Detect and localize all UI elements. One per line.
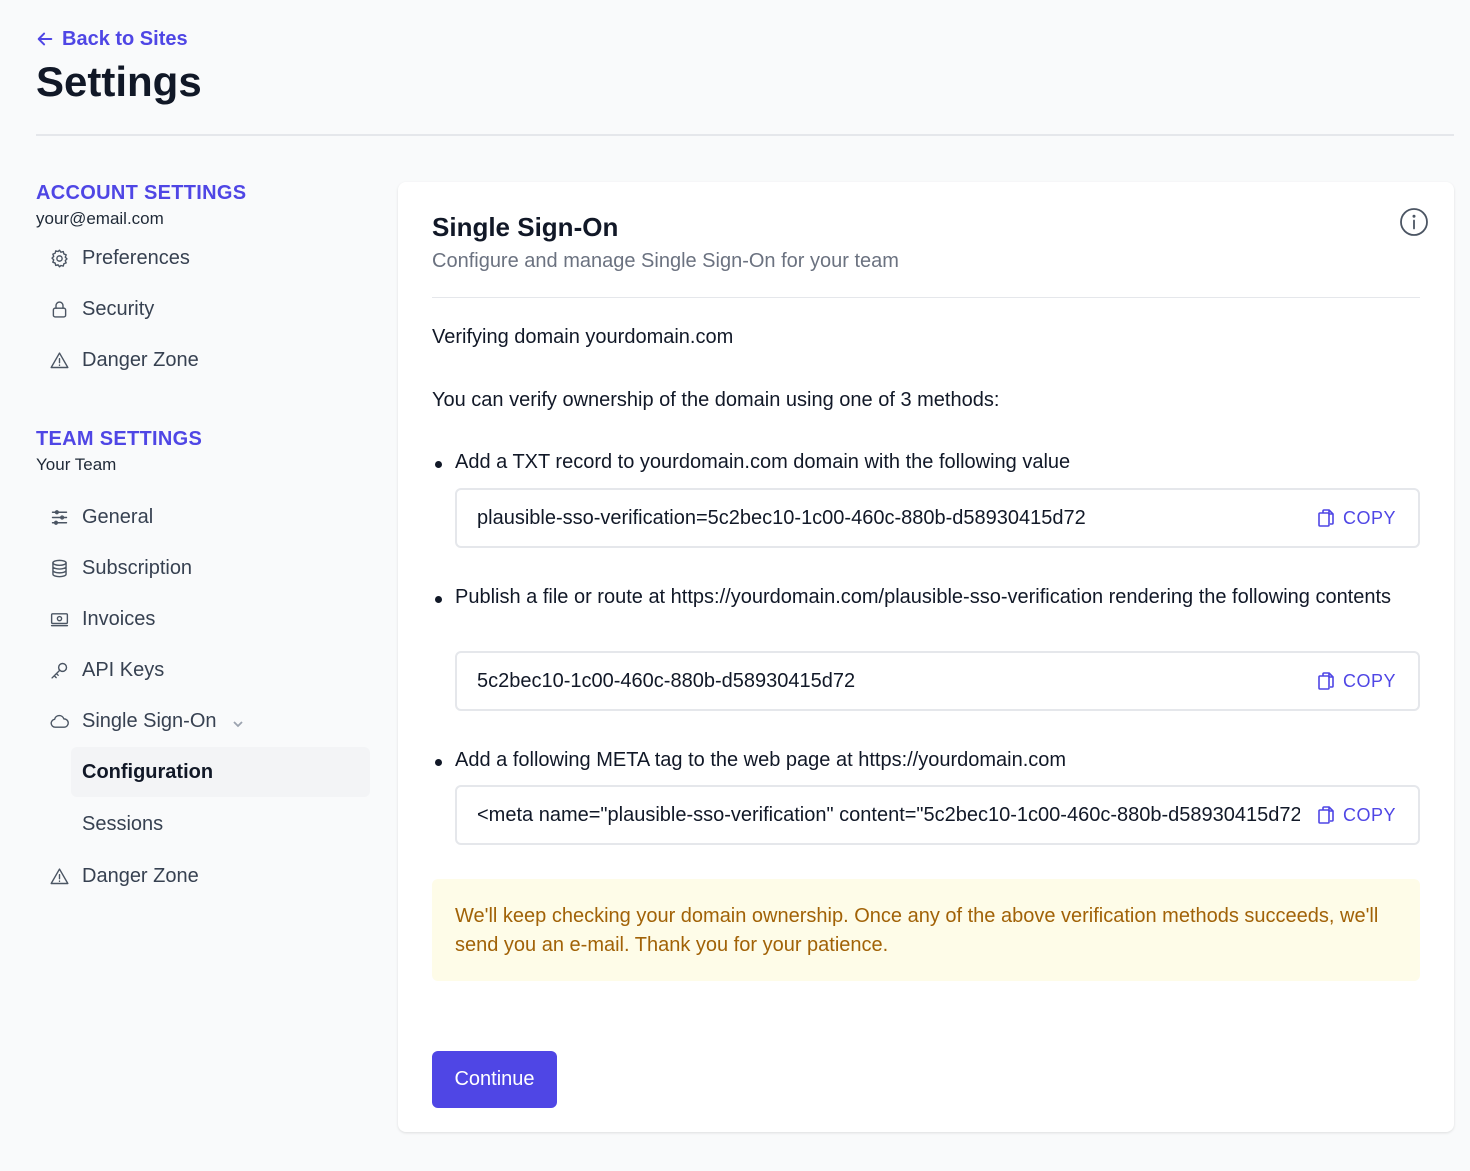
sidebar-item-preferences[interactable]: Preferences <box>36 234 370 282</box>
sidebar-item-label: Danger Zone <box>82 348 199 371</box>
copy-file-route-button[interactable]: COPY <box>1300 653 1418 709</box>
sidebar-item-label: Invoices <box>82 607 156 630</box>
sidebar-item-single-sign-on[interactable]: Single Sign-On <box>36 697 370 745</box>
sidebar-item-label: Security <box>82 297 155 320</box>
copy-label: COPY <box>1342 507 1396 528</box>
sidebar-subitem-configuration[interactable]: Configuration <box>71 747 370 797</box>
method-txt-record-text: Add a TXT record to yourdomain.com domai… <box>432 448 1420 477</box>
sidebar-item-subscription[interactable]: Subscription <box>36 544 370 592</box>
card-divider <box>432 297 1420 298</box>
method-meta-tag-text: Add a following META tag to the web page… <box>432 746 1420 775</box>
copy-icon <box>1318 672 1334 690</box>
copy-meta-tag-button[interactable]: COPY <box>1300 787 1418 843</box>
method-file-route-text: Publish a file or route at https://yourd… <box>432 583 1420 612</box>
sidebar-item-general[interactable]: General <box>36 493 370 541</box>
sidebar-item-api-keys[interactable]: API Keys <box>36 646 370 694</box>
sidebar-item-account-danger-zone[interactable]: Danger Zone <box>36 336 370 384</box>
header-divider <box>36 134 1454 136</box>
info-icon[interactable] <box>1398 206 1430 238</box>
sidebar-item-label: Single Sign-On <box>82 709 217 732</box>
key-icon <box>48 659 70 681</box>
copy-icon <box>1318 806 1334 824</box>
methods-intro-text: You can verify ownership of the domain u… <box>432 389 1000 411</box>
team-name: Your Team <box>36 455 117 474</box>
lock-icon <box>48 298 70 320</box>
sliders-icon <box>48 506 70 528</box>
gear-icon <box>48 247 70 269</box>
copy-icon <box>1318 509 1334 527</box>
settings-page: Back to Sites Settings ACCOUNT SETTINGS … <box>0 0 1470 1171</box>
cloud-icon <box>48 710 70 732</box>
account-email: your@email.com <box>36 209 164 228</box>
sidebar-item-invoices[interactable]: Invoices <box>36 595 370 643</box>
card-title: Single Sign-On <box>432 212 619 242</box>
sidebar-item-label: Danger Zone <box>82 864 199 887</box>
settings-sidebar: ACCOUNT SETTINGS your@email.com Preferen… <box>36 180 370 900</box>
file-route-field: 5c2bec10-1c00-460c-880b-d58930415d72 COP… <box>455 651 1420 711</box>
arrow-left-icon <box>37 32 53 46</box>
verification-notice: We'll keep checking your domain ownershi… <box>432 879 1420 981</box>
txt-record-field: plausible-sso-verification=5c2bec10-1c00… <box>455 488 1420 548</box>
meta-tag-value[interactable]: <meta name="plausible-sso-verification" … <box>457 804 1300 827</box>
sidebar-item-label: Preferences <box>82 246 190 269</box>
back-to-sites-link[interactable]: Back to Sites <box>36 26 188 52</box>
back-link-label: Back to Sites <box>62 28 188 50</box>
account-settings-heading: ACCOUNT SETTINGS <box>36 182 247 204</box>
copy-label: COPY <box>1342 804 1396 825</box>
verifying-domain-text: Verifying domain yourdomain.com <box>432 326 734 348</box>
card-subtitle: Configure and manage Single Sign-On for … <box>432 250 899 272</box>
copy-txt-record-button[interactable]: COPY <box>1300 490 1418 546</box>
txt-record-value[interactable]: plausible-sso-verification=5c2bec10-1c00… <box>457 507 1300 530</box>
meta-tag-field: <meta name="plausible-sso-verification" … <box>455 785 1420 845</box>
page-title: Settings <box>36 58 202 105</box>
continue-button[interactable]: Continue <box>432 1051 557 1108</box>
sidebar-item-label: General <box>82 505 154 528</box>
warning-icon <box>48 349 70 371</box>
sidebar-item-team-danger-zone[interactable]: Danger Zone <box>36 852 370 900</box>
banknote-icon <box>48 608 70 630</box>
sidebar-item-label: API Keys <box>82 658 165 681</box>
database-icon <box>48 557 70 579</box>
warning-icon <box>48 865 70 887</box>
chevron-down-icon <box>231 714 245 728</box>
sidebar-item-label: Subscription <box>82 556 193 579</box>
sidebar-item-security[interactable]: Security <box>36 285 370 333</box>
team-settings-heading: TEAM SETTINGS <box>36 428 203 450</box>
copy-label: COPY <box>1342 670 1396 691</box>
sso-verification-card: Single Sign-On Configure and manage Sing… <box>398 182 1454 1132</box>
sidebar-subitem-sessions[interactable]: Sessions <box>71 799 370 849</box>
file-route-value[interactable]: 5c2bec10-1c00-460c-880b-d58930415d72 <box>457 670 1300 693</box>
